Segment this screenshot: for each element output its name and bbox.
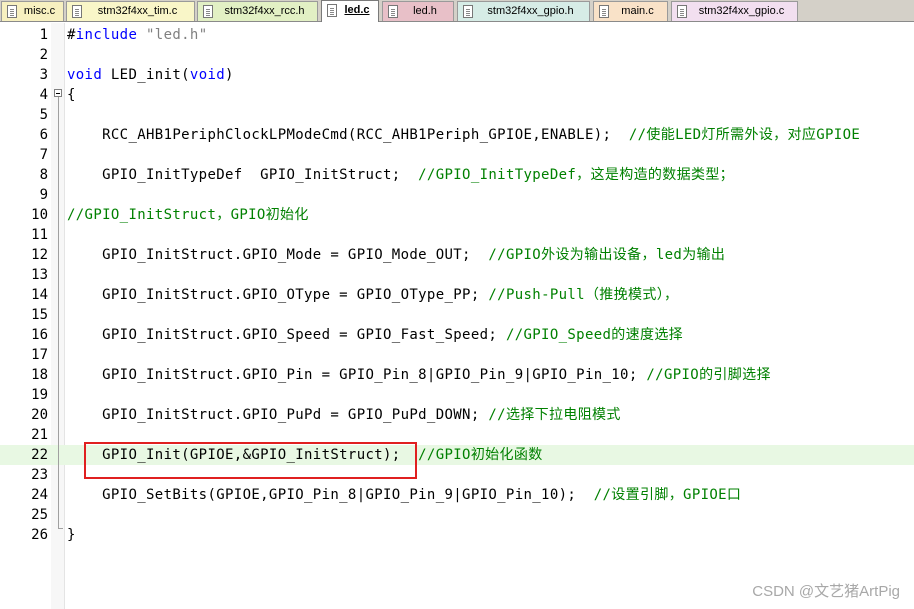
code-line[interactable]: 20 GPIO_InitStruct.GPIO_PuPd = GPIO_PuPd…	[0, 405, 914, 425]
line-number: 3	[39, 67, 48, 83]
code-line[interactable]: 13	[0, 265, 914, 285]
tab-label: led.c	[344, 4, 370, 16]
code-line[interactable]: 1 #include "led.h"	[0, 25, 914, 45]
code-line[interactable]: 15	[0, 305, 914, 325]
code-text[interactable]: void LED_init(void)	[67, 65, 234, 85]
watermark: CSDN @文艺猪ArtPig	[752, 583, 900, 600]
tab-label: led.h	[413, 5, 437, 17]
code-line[interactable]: 9	[0, 185, 914, 205]
line-number: 21	[31, 427, 48, 443]
code-line[interactable]: 8 GPIO_InitTypeDef GPIO_InitStruct; //GP…	[0, 165, 914, 185]
line-number: 19	[31, 387, 48, 403]
code-line[interactable]: 4{	[0, 85, 914, 105]
code-text[interactable]: GPIO_InitStruct.GPIO_OType = GPIO_OType_…	[67, 285, 678, 305]
code-line[interactable]: 16 GPIO_InitStruct.GPIO_Speed = GPIO_Fas…	[0, 325, 914, 345]
code-text[interactable]: GPIO_InitTypeDef GPIO_InitStruct; //GPIO…	[67, 165, 734, 185]
line-number: 1	[39, 27, 48, 43]
code-line[interactable]: 6 RCC_AHB1PeriphClockLPModeCmd(RCC_AHB1P…	[0, 125, 914, 145]
line-number: 13	[31, 267, 48, 283]
code-line[interactable]: 26}	[0, 525, 914, 545]
code-text[interactable]: GPIO_InitStruct.GPIO_Mode = GPIO_Mode_OU…	[67, 245, 725, 265]
tab-bar: misc.c stm32f4xx_tim.c stm32f4xx_rcc.h led.…	[0, 0, 914, 22]
fold-range-line	[58, 97, 59, 529]
tab-stm32f4xx-rcc-h[interactable]: stm32f4xx_rcc.h	[197, 1, 318, 21]
line-number: 2	[39, 47, 48, 63]
line-number: 20	[31, 407, 48, 423]
tab-label: stm32f4xx_tim.c	[97, 5, 178, 17]
line-number: 7	[39, 147, 48, 163]
code-text[interactable]: GPIO_InitStruct.GPIO_Speed = GPIO_Fast_S…	[67, 325, 683, 345]
code-line[interactable]: 2	[0, 45, 914, 65]
tab-stm32f4xx-tim-c[interactable]: stm32f4xx_tim.c	[66, 1, 195, 21]
tab-stm32f4xx-gpio-c[interactable]: stm32f4xx_gpio.c	[671, 1, 798, 21]
code-text[interactable]: #include "led.h"	[67, 25, 207, 45]
tab-label: stm32f4xx_gpio.h	[487, 5, 574, 17]
code-line[interactable]: 25	[0, 505, 914, 525]
code-line[interactable]: 11	[0, 225, 914, 245]
line-number: 14	[31, 287, 48, 303]
tab-label: stm32f4xx_rcc.h	[224, 5, 305, 17]
code-line[interactable]: 12 GPIO_InitStruct.GPIO_Mode = GPIO_Mode…	[0, 245, 914, 265]
code-line[interactable]: 10 //GPIO_InitStruct，GPIO初始化	[0, 205, 914, 225]
tab-misc-c[interactable]: misc.c	[1, 1, 64, 21]
code-text[interactable]: GPIO_InitStruct.GPIO_Pin = GPIO_Pin_8|GP…	[67, 365, 771, 385]
line-number: 15	[31, 307, 48, 323]
code-text[interactable]: {	[67, 85, 76, 105]
code-text[interactable]: }	[67, 525, 76, 545]
line-number: 25	[31, 507, 48, 523]
tab-label: misc.c	[23, 5, 56, 17]
code-line[interactable]: 24 GPIO_SetBits(GPIOE,GPIO_Pin_8|GPIO_Pi…	[0, 485, 914, 505]
code-text[interactable]: RCC_AHB1PeriphClockLPModeCmd(RCC_AHB1Per…	[67, 125, 860, 145]
line-number: 9	[39, 187, 48, 203]
line-number: 24	[31, 487, 48, 503]
tab-led-c[interactable]: led.c	[321, 0, 379, 22]
fold-collapse-icon[interactable]	[54, 89, 62, 97]
code-line[interactable]: 19	[0, 385, 914, 405]
tab-label: main.c	[621, 5, 654, 17]
line-number: 8	[39, 167, 48, 183]
line-number: 6	[39, 127, 48, 143]
line-number: 11	[31, 227, 48, 243]
tab-main-c[interactable]: main.c	[593, 1, 668, 21]
line-number: 23	[31, 467, 48, 483]
line-number: 16	[31, 327, 48, 343]
code-line[interactable]: 3 void LED_init(void)	[0, 65, 914, 85]
code-line[interactable]: 5	[0, 105, 914, 125]
code-editor[interactable]: 1 #include "led.h" 2 3 void LED_init(void) 4{…	[0, 23, 914, 609]
tab-stm32f4xx-gpio-h[interactable]: stm32f4xx_gpio.h	[457, 1, 590, 21]
highlight-annotation-box	[84, 442, 417, 479]
line-number: 22	[31, 447, 48, 463]
line-number: 18	[31, 367, 48, 383]
tab-led-h[interactable]: led.h	[382, 1, 454, 21]
fold-end-marker	[58, 528, 63, 529]
code-text[interactable]: //GPIO_InitStruct，GPIO初始化	[67, 205, 309, 225]
line-number: 26	[31, 527, 48, 543]
line-number: 4	[39, 87, 48, 103]
line-number: 12	[31, 247, 48, 263]
code-line[interactable]: 14 GPIO_InitStruct.GPIO_OType = GPIO_OTy…	[0, 285, 914, 305]
code-text[interactable]: GPIO_SetBits(GPIOE,GPIO_Pin_8|GPIO_Pin_9…	[67, 485, 741, 505]
tab-label: stm32f4xx_gpio.c	[698, 5, 785, 17]
code-line[interactable]: 18 GPIO_InitStruct.GPIO_Pin = GPIO_Pin_8…	[0, 365, 914, 385]
line-number: 17	[31, 347, 48, 363]
code-line[interactable]: 7	[0, 145, 914, 165]
line-number: 5	[39, 107, 48, 123]
code-line[interactable]: 17	[0, 345, 914, 365]
code-text[interactable]: GPIO_InitStruct.GPIO_PuPd = GPIO_PuPd_DO…	[67, 405, 621, 425]
line-number: 10	[31, 207, 48, 223]
